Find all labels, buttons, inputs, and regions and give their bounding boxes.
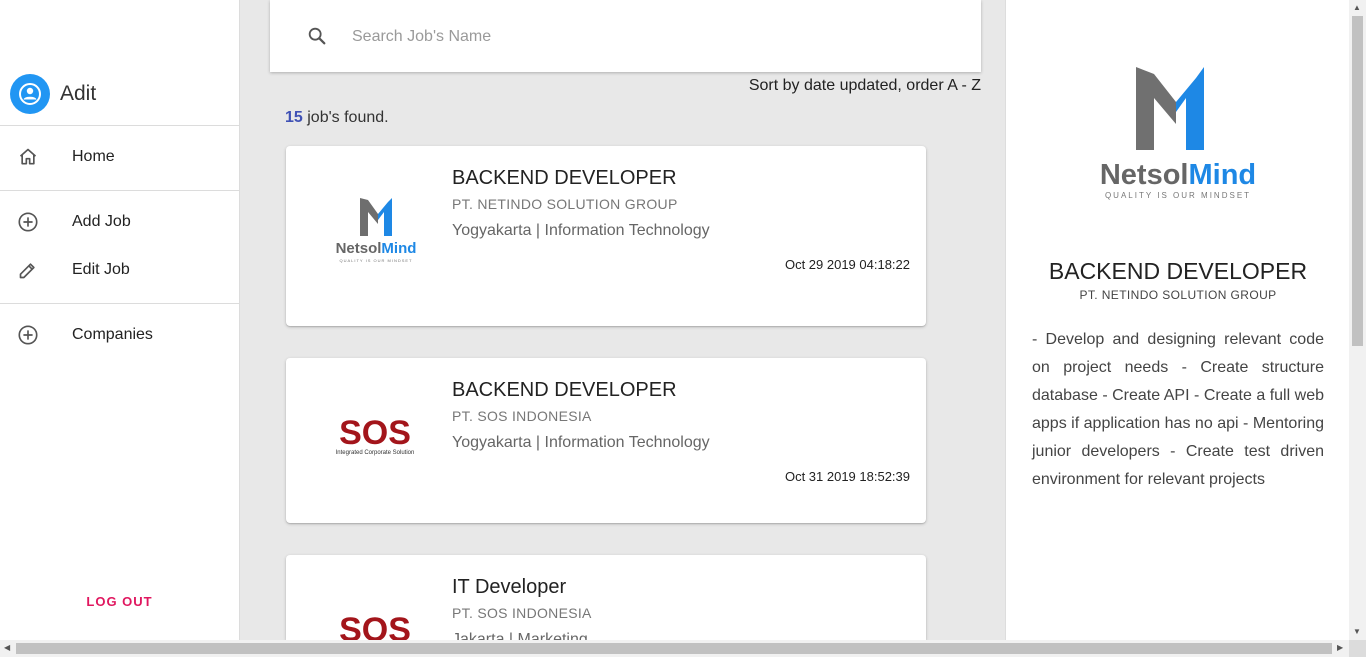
nav-companies[interactable]: Companies (0, 315, 239, 355)
nav-home[interactable]: Home (0, 137, 239, 177)
results-count-number: 15 (285, 109, 303, 126)
scroll-up-icon[interactable]: ▲ (1353, 3, 1361, 12)
detail-description: - Develop and designing relevant code on… (1032, 331, 1324, 488)
nav-add-job[interactable]: Add Job (0, 202, 239, 242)
netsolmind-logo-name-a: Netsol (336, 240, 382, 257)
netsolmind-logo: NetsolMind QUALITY IS OUR MINDSET (1088, 62, 1268, 207)
svg-text:NetsolMind: NetsolMind (336, 240, 417, 257)
vertical-scroll-thumb[interactable] (1352, 16, 1363, 346)
horizontal-scroll-thumb[interactable] (16, 643, 1332, 654)
job-card[interactable]: NetsolMind QUALITY IS OUR MINDSET BACKEN… (286, 146, 926, 326)
add-circle-icon (17, 211, 39, 233)
vertical-scrollbar[interactable]: ▲ ▼ (1349, 0, 1366, 640)
search-input[interactable] (350, 22, 954, 52)
netsolmind-logo-tagline: QUALITY IS OUR MINDSET (1105, 191, 1251, 200)
nav-companies-label: Companies (72, 326, 153, 343)
nav-add-job-label: Add Job (72, 213, 131, 230)
nav-edit-job[interactable]: Edit Job (0, 250, 239, 290)
job-card[interactable]: SOS Integrated Corporate Solution BACKEN… (286, 358, 926, 523)
results-count: 15 job's found. (285, 109, 389, 127)
job-company: PT. NETINDO SOLUTION GROUP (452, 196, 678, 212)
job-location: Yogyakarta | Information Technology (452, 222, 710, 239)
job-detail-panel: NetsolMind QUALITY IS OUR MINDSET BACKEN… (1005, 0, 1350, 640)
horizontal-scrollbar[interactable]: ◀ ▶ (0, 640, 1349, 657)
divider (0, 303, 239, 304)
nav-edit-job-label: Edit Job (72, 261, 130, 278)
search-icon[interactable] (306, 25, 328, 52)
sos-logo: SOS Integrated Corporate Solution (316, 410, 436, 460)
scrollbar-corner (1349, 640, 1366, 657)
job-title: BACKEND DEVELOPER (452, 379, 677, 401)
netsolmind-logo-name-a: Netsol (1100, 159, 1189, 191)
sos-logo: SOS (316, 607, 436, 640)
nav-home-label: Home (72, 148, 115, 165)
netsolmind-logo: NetsolMind QUALITY IS OUR MINDSET (316, 194, 436, 266)
user-profile[interactable]: Adit (10, 74, 96, 114)
scroll-down-icon[interactable]: ▼ (1353, 627, 1361, 636)
job-date: Oct 31 2019 18:52:39 (784, 469, 910, 484)
divider (0, 190, 239, 191)
job-date: Oct 29 2019 04:18:22 (784, 257, 910, 272)
divider (0, 125, 239, 126)
job-location: Jakarta | Marketing (452, 631, 588, 640)
sort-label[interactable]: Sort by date updated, order A - Z (749, 77, 981, 95)
netsolmind-logo-name-b: Mind (1188, 159, 1256, 191)
netsolmind-logo-name-b: Mind (381, 240, 416, 257)
home-icon (17, 146, 39, 168)
results-count-suffix: job's found. (302, 109, 389, 126)
job-company: PT. SOS INDONESIA (452, 408, 592, 424)
detail-title: BACKEND DEVELOPER (1048, 258, 1308, 284)
scroll-right-icon[interactable]: ▶ (1337, 643, 1343, 652)
sos-logo-name: SOS (339, 414, 411, 452)
job-title: IT Developer (452, 576, 567, 598)
job-title: BACKEND DEVELOPER (452, 167, 677, 189)
sidebar: Adit Home Add Job Edit Job Companies LOG… (0, 0, 240, 640)
edit-pencil-icon (17, 259, 39, 281)
add-circle-icon (17, 324, 39, 346)
netsolmind-logo-tagline: QUALITY IS OUR MINDSET (339, 258, 412, 263)
svg-text:NetsolMind: NetsolMind (1100, 159, 1256, 191)
job-company: PT. SOS INDONESIA (452, 605, 592, 621)
job-card[interactable]: SOS IT Developer PT. SOS INDONESIA Jakar… (286, 555, 926, 640)
sos-logo-name: SOS (339, 611, 411, 640)
account-circle-icon (10, 74, 50, 114)
logout-button[interactable]: LOG OUT (0, 594, 239, 609)
detail-company: PT. NETINDO SOLUTION GROUP (1079, 288, 1277, 302)
sos-logo-tagline: Integrated Corporate Solution (336, 450, 415, 456)
user-name: Adit (60, 82, 97, 105)
scroll-left-icon[interactable]: ◀ (4, 643, 10, 652)
job-location: Yogyakarta | Information Technology (452, 434, 710, 451)
